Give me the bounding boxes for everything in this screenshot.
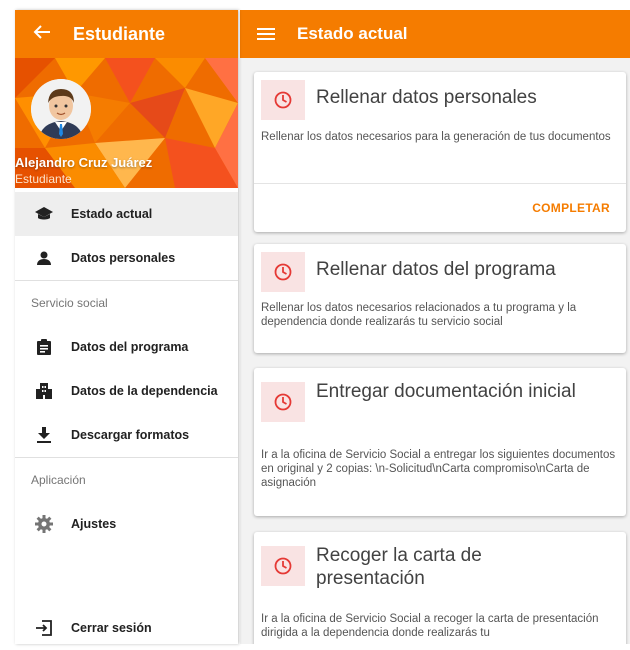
drawer-toolbar: Estudiante bbox=[15, 10, 238, 58]
logout-label: Cerrar sesión bbox=[71, 621, 152, 635]
card-title: Rellenar datos del programa bbox=[316, 259, 556, 280]
card-title: Recoger la carta de presentación bbox=[316, 545, 482, 589]
menu-label: Estado actual bbox=[71, 207, 153, 221]
drawer-title: Estudiante bbox=[73, 23, 166, 44]
menu-item-estado-actual[interactable]: Estado actual bbox=[15, 192, 238, 236]
menu-item-descargar-formatos[interactable]: Descargar formatos bbox=[15, 413, 238, 457]
clock-icon bbox=[261, 382, 305, 422]
menu-item-ajustes[interactable]: Ajustes bbox=[15, 502, 238, 546]
menu-label: Descargar formatos bbox=[71, 428, 190, 442]
download-icon bbox=[35, 426, 53, 444]
clock-icon bbox=[261, 80, 305, 120]
status-card-datos-personales: Rellenar datos personales Rellenar los d… bbox=[254, 72, 626, 232]
drawer-header: Alejandro Cruz Juárez Estudiante bbox=[15, 58, 238, 188]
menu-item-datos-personales[interactable]: Datos personales bbox=[15, 236, 238, 280]
menu-label: Datos del programa bbox=[71, 340, 189, 354]
graduation-cap-icon bbox=[35, 205, 53, 223]
navigation-drawer: Estudiante Alejandro Cruz Juárez Estudia… bbox=[15, 10, 238, 644]
logout-icon bbox=[35, 619, 53, 637]
menu-item-datos-de-la-dependencia[interactable]: Datos de la dependencia bbox=[15, 369, 238, 413]
person-icon bbox=[35, 249, 53, 267]
card-description: Rellenar los datos necesarios relacionad… bbox=[261, 302, 577, 328]
gear-icon bbox=[35, 515, 53, 533]
user-role: Estudiante bbox=[15, 172, 72, 186]
status-card-datos-del-programa: Rellenar datos del programa Rellenar los… bbox=[254, 244, 626, 353]
card-description: Rellenar los datos necesarios para la ge… bbox=[261, 131, 611, 143]
building-icon bbox=[35, 382, 53, 400]
page-title: Estado actual bbox=[297, 24, 408, 43]
avatar bbox=[31, 79, 91, 139]
menu-label: Datos de la dependencia bbox=[71, 384, 218, 398]
main-content: Estado actual Rellenar datos personales … bbox=[240, 10, 630, 644]
menu-label: Ajustes bbox=[71, 517, 117, 531]
card-title: Rellenar datos personales bbox=[316, 87, 537, 108]
arrow-left-icon[interactable] bbox=[33, 24, 55, 44]
hamburger-menu-icon[interactable] bbox=[257, 28, 275, 40]
card-title: Entregar documentación inicial bbox=[316, 381, 576, 402]
clock-icon bbox=[261, 252, 305, 292]
card-description: Ir a la oficina de Servicio Social a rec… bbox=[261, 613, 599, 639]
logout-button[interactable]: Cerrar sesión bbox=[15, 606, 258, 650]
complete-button[interactable]: COMPLETAR bbox=[532, 201, 610, 215]
card-description: Ir a la oficina de Servicio Social a ent… bbox=[261, 449, 616, 489]
assignment-icon bbox=[35, 338, 53, 356]
clock-icon bbox=[261, 546, 305, 586]
section-header-servicio-social: Servicio social bbox=[31, 296, 108, 310]
menu-label: Datos personales bbox=[71, 251, 176, 265]
status-card-documentacion-inicial: Entregar documentación inicial Ir a la o… bbox=[254, 368, 626, 516]
status-card-carta-de-presentacion: Recoger la carta de presentación Ir a la… bbox=[254, 532, 626, 644]
card-divider bbox=[254, 183, 626, 184]
menu-item-datos-del-programa[interactable]: Datos del programa bbox=[15, 325, 238, 369]
section-header-aplicacion: Aplicación bbox=[31, 473, 86, 487]
user-name: Alejandro Cruz Juárez bbox=[15, 155, 153, 170]
app-bar: Estado actual bbox=[240, 10, 630, 58]
